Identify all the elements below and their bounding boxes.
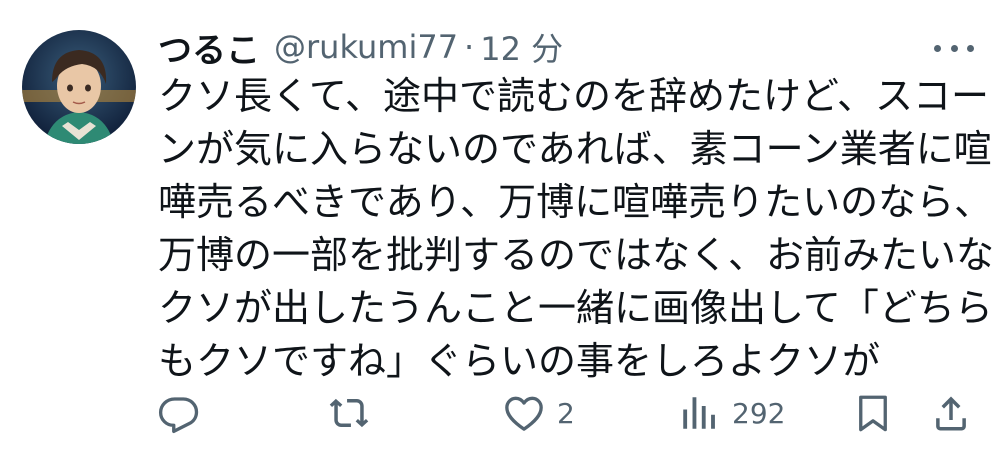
author-handle[interactable]: @rukumi77 <box>274 28 458 66</box>
avatar[interactable] <box>22 30 136 144</box>
share-button[interactable] <box>930 388 972 438</box>
views-button[interactable]: 292 <box>678 388 785 438</box>
tweet-action-bar: 2 292 <box>158 388 978 438</box>
bookmark-button[interactable] <box>852 388 894 438</box>
tweet-text-line: クソ長くて、途中で読むのを辞めたけど、スコー <box>158 74 990 118</box>
author-display-name[interactable]: つるこ <box>158 23 260 72</box>
reply-icon <box>158 397 199 434</box>
views-chart-icon <box>683 397 715 429</box>
avatar-image <box>22 30 136 144</box>
more-dot <box>950 44 958 52</box>
retweet-icon <box>329 398 369 428</box>
retweet-button[interactable] <box>328 388 382 438</box>
like-count: 2 <box>557 396 575 430</box>
more-dot <box>967 44 974 52</box>
header-separator: · <box>464 28 475 66</box>
tweet-text: クソ長くて、途中で読むのを辞めたけど、スコー ンが気に入らないのであれば、素コー… <box>158 70 995 388</box>
tweet-text-line: もクソですね」ぐらいの事をしろよクソが <box>158 339 881 383</box>
reply-button[interactable] <box>158 388 212 438</box>
tweet-text-line: ンが気に入らないのであれば、素コーン業者に喧 <box>158 127 992 171</box>
more-options-button[interactable] <box>934 36 974 60</box>
tweet-text-line: 嘩売るべきであり、万博に喧嘩売りたいのなら、 <box>158 180 993 224</box>
tweet-text-line: 万博の一部を批判するのではなく、お前みたいな <box>158 233 995 277</box>
more-horizontal-icon <box>934 44 941 52</box>
share-icon <box>936 396 966 431</box>
bookmark-icon <box>859 395 887 432</box>
heart-icon <box>505 396 543 431</box>
views-count: 292 <box>732 396 786 430</box>
tweet-timestamp[interactable]: 12 分 <box>480 24 563 70</box>
like-button[interactable]: 2 <box>503 388 575 438</box>
tweet-text-line: クソが出したうんこと一緒に画像出して「どちら <box>158 286 993 330</box>
tweet-header: つるこ @rukumi77 · 12 分 <box>158 22 563 72</box>
